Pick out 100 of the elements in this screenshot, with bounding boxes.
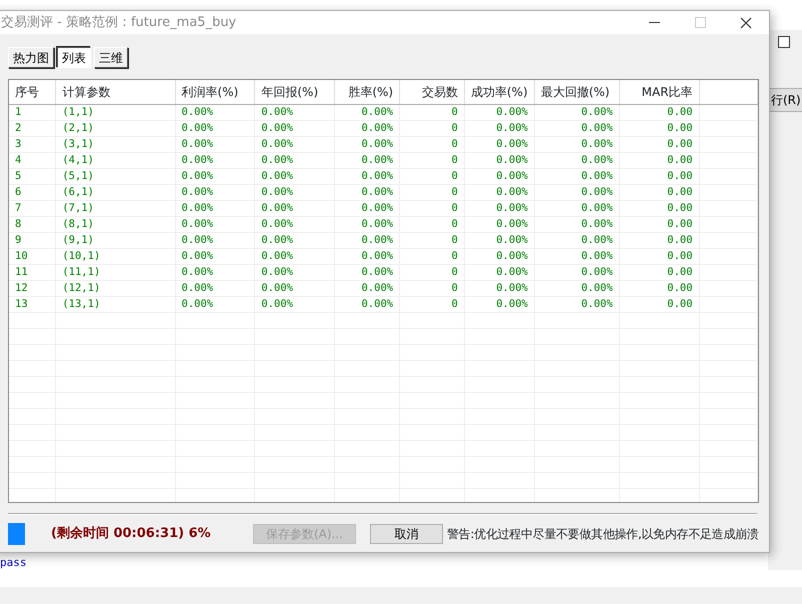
column-header[interactable]: 最大回撤(%) [534,80,620,104]
table-cell: 0.00% [254,152,335,168]
table-cell: 0.00% [175,296,255,312]
table-cell: 0.00% [464,248,534,264]
table-cell: 0.00% [534,120,620,136]
table-cell: 0.00% [175,120,255,136]
table-cell: 0.00% [175,232,255,248]
table-cell: (10,1) [56,248,176,264]
table-cell: 0.00% [175,200,255,216]
table-cell: 0.00% [334,104,400,120]
table-cell: 0.00% [464,168,534,184]
table-cell: 0.00% [175,184,255,200]
table-cell: 0.00% [254,136,335,152]
table-cell: 0.00 [619,280,700,296]
table-cell: 0.00 [619,232,700,248]
table-cell: 0.00% [534,296,620,312]
table-cell: 0.00% [254,184,335,200]
column-header[interactable]: 计算参数 [56,80,176,104]
table-cell: 0.00% [464,136,534,152]
table-cell: 0 [400,200,464,216]
table-cell: 0.00% [534,216,620,232]
table-cell: 0.00% [334,216,400,232]
table-cell: 0.00% [534,136,620,152]
table-cell: (6,1) [56,184,176,200]
progress-block-icon [8,523,25,545]
table-cell: 0.00 [619,136,700,152]
cancel-button[interactable]: 取消 [370,524,443,544]
view-tab[interactable]: 热力图 [8,47,54,68]
table-cell: 0 [400,248,464,264]
column-header[interactable]: 序号 [9,80,56,104]
table-cell: 0.00% [534,248,620,264]
table-cell: 0.00% [254,296,335,312]
view-tab[interactable]: 三维 [94,47,128,68]
table-cell: 0.00% [254,120,335,136]
table-cell: 0.00% [254,104,335,120]
table-cell: 0.00% [464,280,534,296]
checkbox[interactable] [778,36,790,48]
table-cell: 0 [400,216,464,232]
table-cell: (7,1) [56,200,176,216]
column-header[interactable]: 利润率(%) [175,80,255,104]
table-cell: 0.00 [619,200,700,216]
table-cell: (3,1) [56,136,176,152]
table-cell: 1 [9,104,56,120]
table-cell: 0.00% [334,120,400,136]
table-cell: 0.00% [464,120,534,136]
table-cell: 0.00 [619,296,700,312]
warning-text: 警告:优化过程中尽量不要做其他操作,以免内存不足造成崩溃 [447,526,758,543]
table-cell: (8,1) [56,216,176,232]
table-cell: (13,1) [56,296,176,312]
table-cell: 3 [9,136,56,152]
table-cell: 0.00% [254,232,335,248]
table-cell: 0.00 [619,152,700,168]
table-cell: 0 [400,264,464,280]
remaining-time-text: (剩余时间 00:06:31) 6% [51,525,212,544]
table-cell: 0.00% [334,232,400,248]
table-cell: 0 [400,104,464,120]
table-cell: 0 [400,120,464,136]
table-cell: 0.00% [175,216,255,232]
table-cell: 0.00% [254,248,335,264]
column-header[interactable]: MAR比率 [619,80,700,104]
table-cell: 0.00% [464,216,534,232]
table-cell: 0.00% [334,168,400,184]
column-header[interactable]: 胜率(%) [334,80,400,104]
minimize-icon[interactable] [648,22,660,24]
table-cell: 0.00% [464,200,534,216]
table-cell: 0.00% [175,168,255,184]
table-cell: 0.00% [334,280,400,296]
table-cell: 0.00% [254,200,335,216]
table-cell: (4,1) [56,152,176,168]
table-cell: 0 [400,152,464,168]
table-cell: 0.00% [534,152,620,168]
table-cell: 0.00% [534,280,620,296]
table-cell: 0.00% [334,296,400,312]
table-cell: (12,1) [56,280,176,296]
window-title: 交易测评 - 策略范例：future_ma5_buy [1,14,238,32]
column-header[interactable]: 年回报(%) [254,80,335,104]
view-tab[interactable]: 列表 [57,47,91,68]
close-icon[interactable] [740,16,752,28]
table-cell: 0.00% [175,264,255,280]
table-cell: (5,1) [56,168,176,184]
table-cell: 0.00% [254,264,335,280]
table-cell: 0.00% [464,264,534,280]
table-cell: 0.00 [619,184,700,200]
table-cell: 9 [9,232,56,248]
table-cell: 0.00% [334,264,400,280]
table-cell: 0.00% [534,200,620,216]
table-cell: 4 [9,152,56,168]
column-header[interactable]: 交易数 [400,80,464,104]
table-cell: 0.00% [334,248,400,264]
table-cell: 0.00% [534,168,620,184]
table-cell: 0.00% [334,200,400,216]
table-cell: 0.00% [464,232,534,248]
table-cell: 8 [9,216,56,232]
table-cell: 0.00% [534,232,620,248]
table-cell: 0 [400,136,464,152]
table-cell: 0.00% [175,280,255,296]
table-cell: 12 [9,280,56,296]
table-cell: 10 [9,248,56,264]
table-cell: 0.00% [464,104,534,120]
column-header[interactable]: 成功率(%) [464,80,534,104]
